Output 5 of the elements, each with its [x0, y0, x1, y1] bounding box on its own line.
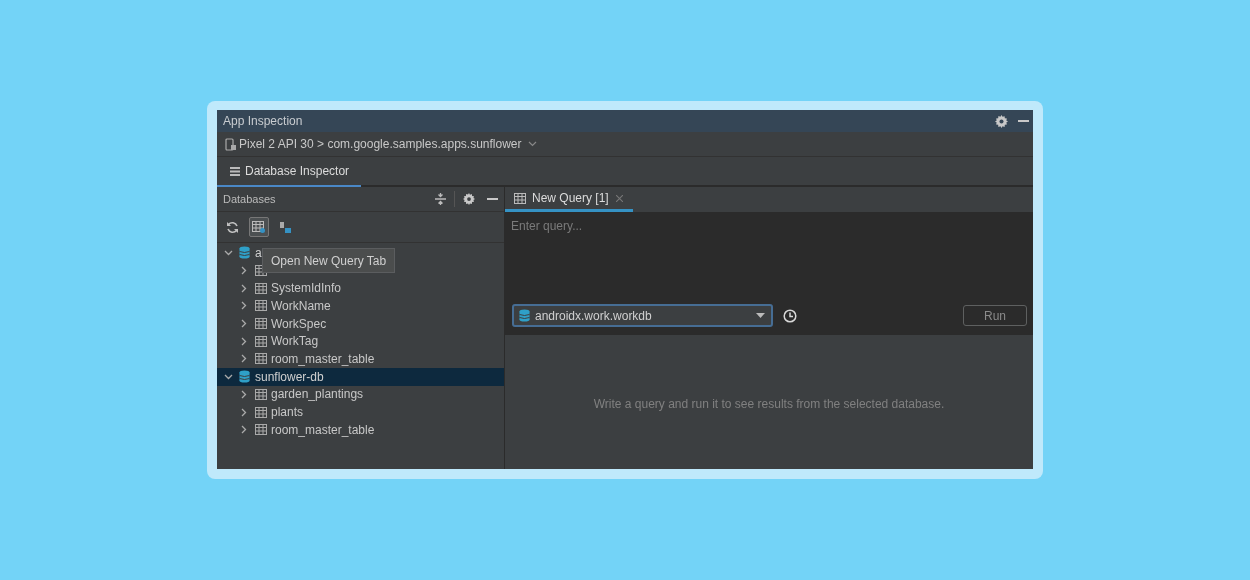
dropdown-value: androidx.work.workdb	[535, 307, 653, 325]
tooltip: Open New Query Tab	[262, 248, 396, 273]
window-title: App Inspection	[223, 113, 304, 130]
panel-title: Databases	[223, 191, 277, 207]
empty-results-message: Write a query and run it to see results from the selected database.	[593, 396, 945, 413]
